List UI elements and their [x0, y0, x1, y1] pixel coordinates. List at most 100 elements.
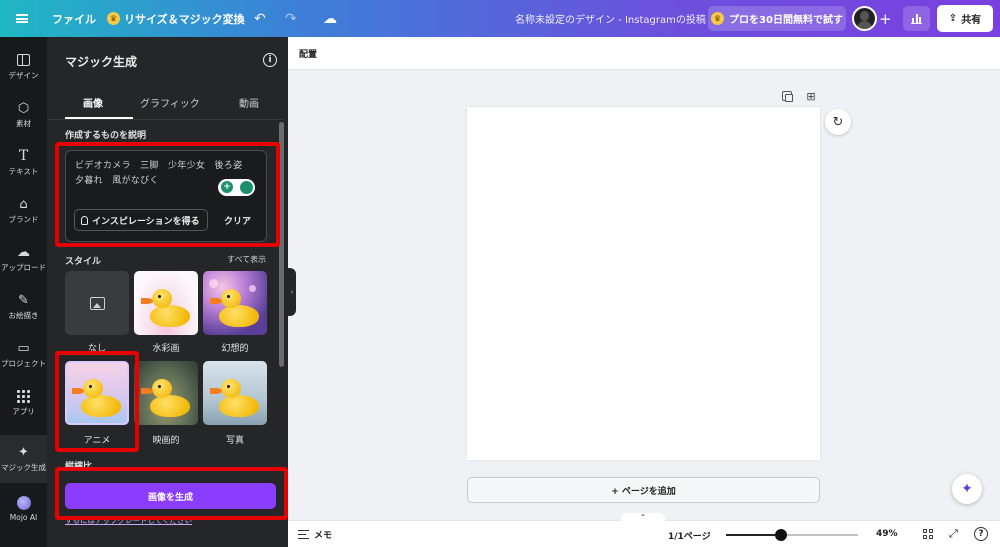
try-pro-label: プロを30日間無料で試す	[729, 15, 843, 26]
tab-image[interactable]: 画像	[83, 95, 103, 110]
rail-label: アップロード	[1, 263, 46, 272]
resize-menu[interactable]: ♛ リサイズ＆マジック変換	[107, 0, 245, 37]
add-page-button[interactable]: + ページを追加	[467, 477, 820, 503]
brand-icon: ⌂	[19, 196, 28, 212]
document-title[interactable]: 名称未設定のデザイン - Instagramの投稿	[515, 0, 706, 37]
chevron-up-icon[interactable]: ⌃	[621, 513, 665, 523]
memo-button[interactable]: メモ	[298, 528, 332, 541]
resize-label: リサイズ＆マジック変換	[124, 12, 245, 26]
main-menu-button[interactable]	[10, 0, 34, 37]
design-page[interactable]	[467, 107, 820, 460]
help-icon[interactable]: ?	[974, 527, 988, 541]
style-cinematic-label: 映画的	[152, 436, 180, 446]
style-photo-label: 写真	[225, 436, 244, 446]
left-rail: デザイン ⬡ 素材 T テキスト ⌂ ブランド ☁ アップロード ✎ お絵描き …	[0, 37, 47, 547]
zoom-slider-fill	[726, 534, 782, 536]
chevron-left-icon: ‹	[290, 288, 294, 296]
top-bar: ファイル ♛ リサイズ＆マジック変換 ↶ ↷ ☁ 名称未設定のデザイン - In…	[0, 0, 1000, 37]
highlight-prompt	[55, 142, 280, 247]
upload-icon: ☁	[17, 244, 30, 260]
style-watercolor-tile[interactable]	[134, 271, 198, 335]
rail-label: Mojo AI	[9, 513, 38, 522]
shapes-icon: ⬡	[17, 100, 30, 116]
rail-label: お絵描き	[8, 311, 39, 320]
rail-label: プロジェクト	[1, 359, 46, 368]
highlight-generate-button	[55, 467, 288, 520]
info-icon[interactable]: i	[263, 53, 277, 67]
rail-label: アプリ	[12, 407, 35, 416]
duck-image	[138, 271, 198, 335]
refresh-icon[interactable]: ↻	[825, 109, 851, 135]
file-menu[interactable]: ファイル	[52, 0, 96, 37]
redo-icon[interactable]: ↷	[285, 0, 297, 37]
avatar[interactable]	[852, 6, 877, 31]
image-icon	[89, 296, 105, 310]
fullscreen-icon[interactable]: ⤢	[949, 527, 958, 541]
duck-image	[207, 271, 267, 335]
zoom-slider-thumb[interactable]	[775, 529, 788, 541]
folder-icon: ▭	[17, 340, 30, 356]
rail-item-upload[interactable]: ☁ アップロード	[0, 235, 47, 283]
analytics-icon	[911, 13, 922, 24]
rail-item-apps[interactable]: アプリ	[0, 379, 47, 427]
page-count[interactable]: 1/1ページ	[668, 529, 711, 542]
plus-icon[interactable]: +	[879, 0, 892, 37]
apps-icon	[16, 389, 32, 403]
rail-label: テキスト	[8, 167, 39, 176]
style-none-tile[interactable]	[65, 271, 129, 335]
style-cinematic-tile[interactable]	[134, 361, 198, 425]
rail-item-projects[interactable]: ▭ プロジェクト	[0, 331, 47, 379]
tab-video[interactable]: 動画	[239, 95, 259, 110]
zoom-slider[interactable]	[726, 529, 858, 541]
undo-icon[interactable]: ↶	[254, 0, 266, 37]
style-watercolor-label: 水彩画	[152, 344, 180, 354]
rail-label: マジック生成	[1, 463, 46, 472]
rail-item-text[interactable]: T テキスト	[0, 139, 47, 187]
rail-item-magic-generate[interactable]: ✦ マジック生成	[0, 435, 47, 483]
style-fantasy-label: 幻想的	[221, 344, 249, 354]
analytics-button[interactable]	[903, 6, 930, 31]
rail-label: デザイン	[8, 71, 39, 80]
magic-icon: ✦	[18, 444, 29, 460]
see-all-link[interactable]: すべて表示	[227, 254, 266, 265]
cloud-icon[interactable]: ☁	[323, 0, 337, 37]
layout-icon	[16, 53, 32, 67]
panel-title: マジック生成	[65, 55, 138, 69]
status-bar: ⌃ メモ 1/1ページ 49% ⤢ ?	[288, 513, 1000, 547]
rail-item-draw[interactable]: ✎ お絵描き	[0, 283, 47, 331]
rail-item-elements[interactable]: ⬡ 素材	[0, 91, 47, 139]
rail-item-mojo-ai[interactable]: Mojo AI	[0, 485, 47, 533]
collapse-panel-button[interactable]: ‹	[288, 268, 296, 316]
notes-icon	[298, 530, 309, 539]
crown-icon: ♛	[711, 12, 725, 25]
rail-label: 素材	[16, 119, 31, 128]
rail-label: ブランド	[8, 215, 39, 224]
style-photo-tile[interactable]	[203, 361, 267, 425]
describe-label: 作成するものを説明	[65, 131, 147, 141]
memo-label: メモ	[314, 531, 333, 541]
magic-sparkle-icon[interactable]: ✦	[952, 474, 982, 504]
highlight-anime-style	[55, 351, 139, 452]
style-fantasy-tile[interactable]	[203, 271, 267, 335]
try-pro-button[interactable]: ♛ プロを30日間無料で試す	[708, 6, 846, 31]
text-icon: T	[18, 148, 29, 164]
share-icon: ⇪	[948, 13, 958, 24]
grid-view-icon[interactable]	[923, 529, 933, 539]
add-page-icon[interactable]: ⊞	[803, 89, 819, 103]
share-label: 共有	[961, 15, 982, 26]
duck-image	[207, 361, 267, 425]
mojo-icon	[16, 496, 32, 510]
duplicate-page-icon[interactable]	[779, 89, 795, 103]
tab-divider	[47, 119, 283, 120]
editor-toolbar: 配置	[288, 37, 1000, 70]
crown-icon: ♛	[107, 12, 120, 25]
rail-item-brand[interactable]: ⌂ ブランド	[0, 187, 47, 235]
tab-graphic[interactable]: グラフィック	[140, 95, 200, 110]
duck-image	[138, 361, 198, 425]
rail-item-design[interactable]: デザイン	[0, 43, 47, 91]
layout-button[interactable]: 配置	[299, 47, 317, 60]
menu-icon	[16, 14, 28, 23]
share-button[interactable]: ⇪ 共有	[937, 5, 993, 32]
style-label: スタイル	[65, 257, 102, 267]
zoom-level[interactable]: 49%	[876, 529, 898, 539]
